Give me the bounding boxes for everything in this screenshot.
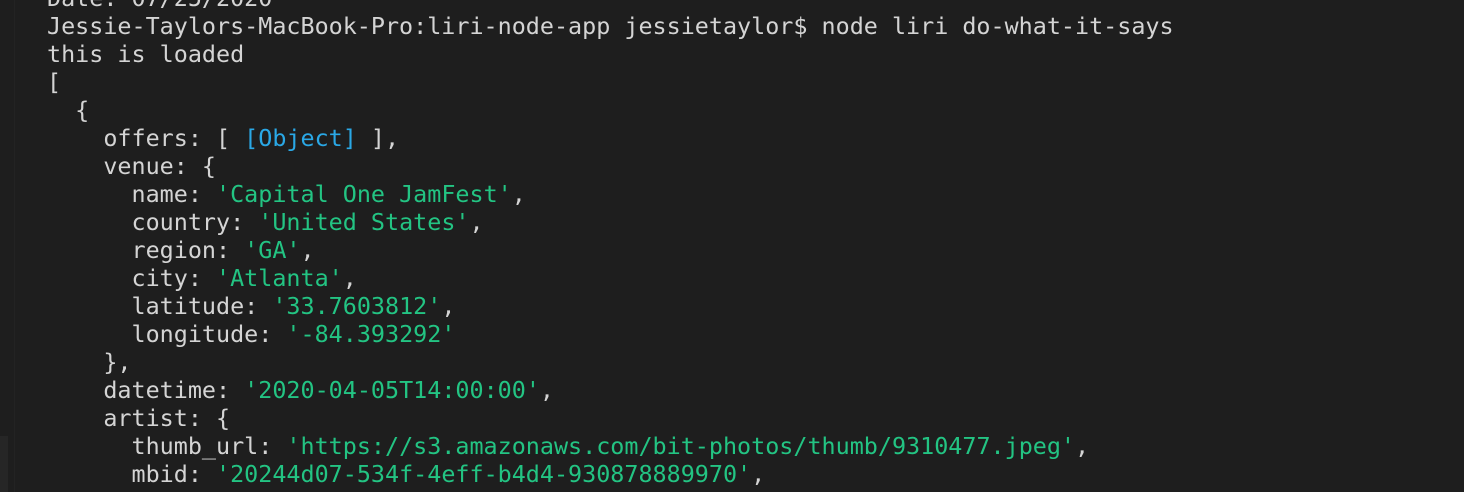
terminal-line-artist-open: artist: { [47,404,1174,432]
line-text: mbid: [131,460,216,488]
line-string-value: 'GA' [244,236,301,264]
line-text: name: [131,180,216,208]
line-text: venue: { [103,152,217,180]
line-string-value: 'Atlanta' [216,264,343,292]
terminal-line-loaded: this is loaded [47,40,1174,68]
terminal-gutter [0,0,15,492]
terminal-line-venue-longitude: longitude: '-84.393292' [47,320,1174,348]
line-text: , [539,376,554,404]
line-string-value: 'https://s3.amazonaws.com/bit-photos/thu… [286,432,1076,460]
terminal-line-open-obj: { [47,96,1174,124]
line-text: , [342,264,357,292]
line-text: { [75,96,90,124]
terminal-line-venue-region: region: 'GA', [47,236,1174,264]
terminal-line-venue-latitude: latitude: '33.7603812', [47,292,1174,320]
terminal-line-venue-name: name: 'Capital One JamFest', [47,180,1174,208]
terminal-line-venue-country: country: 'United States', [47,208,1174,236]
line-string-value: '-84.393292' [286,320,456,348]
terminal-line-artist-mbid: mbid: '20244d07-534f-4eff-b4d4-930878889… [47,460,1174,488]
line-string-value: '2020-04-05T14:00:00' [244,376,540,404]
line-text: city: [131,264,216,292]
terminal-line-artist-thumb: thumb_url: 'https://s3.amazonaws.com/bit… [47,432,1174,460]
line-string-value: '20244d07-534f-4eff-b4d4-930878889970' [216,460,752,488]
line-string-value: 'Capital One JamFest' [216,180,512,208]
line-text: , [469,208,484,236]
line-text: , [1075,432,1090,460]
line-text: }, [103,348,132,376]
line-text: , [300,236,315,264]
gutter-marker [0,436,8,492]
line-text: latitude: [131,292,273,320]
line-text: , [511,180,526,208]
terminal-line-prompt: Jessie-Taylors-MacBook-Pro:liri-node-app… [47,12,1174,40]
terminal-line-venue-city: city: 'Atlanta', [47,264,1174,292]
line-text: longitude: [131,320,287,348]
terminal-line-date: Date: 07/25/2020 [47,0,1174,12]
terminal-window[interactable]: Date: 07/25/2020Jessie-Taylors-MacBook-P… [0,0,1464,492]
line-text: [ [47,68,62,96]
line-text: country: [131,208,259,236]
line-text: artist: { [103,404,231,432]
line-object-ref: [Object] [244,124,357,152]
line-text: , [751,460,766,488]
terminal-line-venue-close: }, [47,348,1174,376]
line-text: , [441,292,456,320]
line-string-value: '33.7603812' [272,292,442,320]
line-text: datetime: [103,376,245,404]
terminal-line-open-array: [ [47,68,1174,96]
line-string-value: 'United States' [258,208,470,236]
terminal-line-offers: offers: [ [Object] ], [47,124,1174,152]
terminal-line-datetime: datetime: '2020-04-05T14:00:00', [47,376,1174,404]
line-text: thumb_url: [131,432,287,460]
line-text: ], [356,124,400,152]
terminal-output[interactable]: Date: 07/25/2020Jessie-Taylors-MacBook-P… [47,0,1174,488]
line-text: offers: [ [103,124,245,152]
line-text: Jessie-Taylors-MacBook-Pro:liri-node-app… [47,12,1174,40]
terminal-line-venue-open: venue: { [47,152,1174,180]
line-text: Date: 07/25/2020 [47,0,272,12]
line-text: this is loaded [47,40,245,68]
line-text: region: [131,236,245,264]
